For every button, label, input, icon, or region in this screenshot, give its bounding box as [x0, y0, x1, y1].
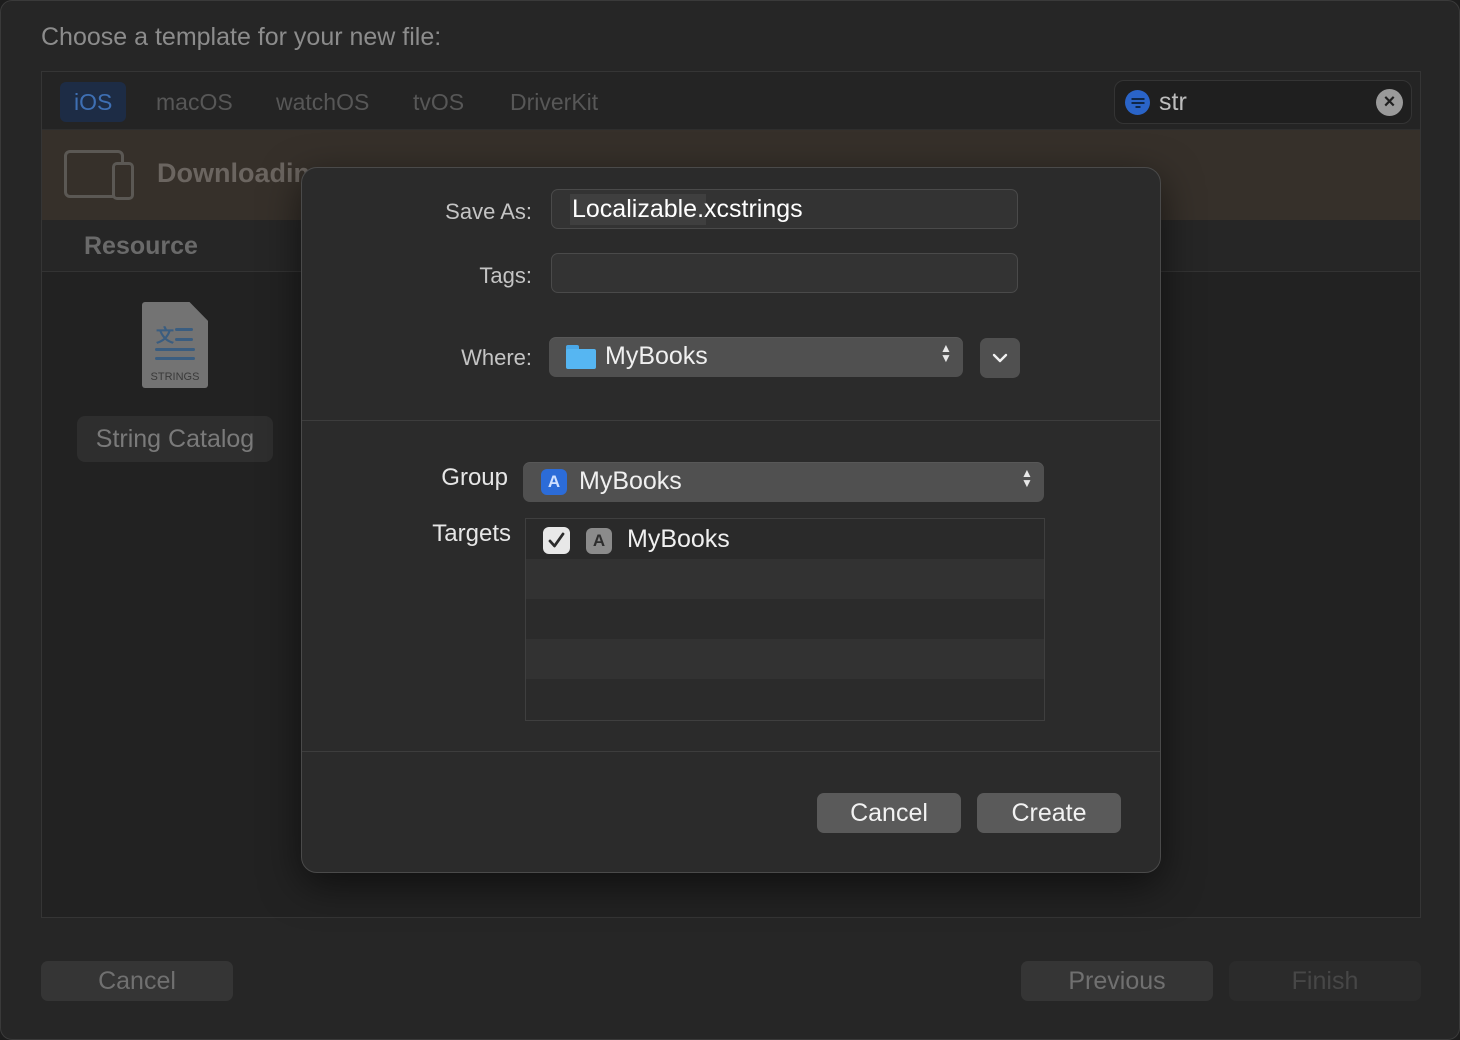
- target-name: MyBooks: [627, 525, 730, 553]
- checkmark-icon: [548, 532, 565, 548]
- tab-macos[interactable]: macOS: [142, 82, 247, 122]
- save-sheet: Save As: Localizable.xcstrings Tags: Whe…: [301, 167, 1161, 873]
- tab-driverkit[interactable]: DriverKit: [496, 82, 612, 122]
- where-value: MyBooks: [605, 342, 708, 370]
- section-header-label: Resource: [84, 232, 198, 260]
- folder-icon: [566, 345, 596, 369]
- tab-ios[interactable]: iOS: [60, 82, 127, 122]
- divider: [302, 420, 1160, 421]
- template-item-string-catalog[interactable]: String Catalog: [77, 416, 273, 462]
- filter-icon[interactable]: [1125, 90, 1150, 115]
- cancel-button[interactable]: Cancel: [41, 961, 233, 1001]
- divider: [302, 751, 1160, 752]
- create-button[interactable]: Create: [977, 793, 1121, 833]
- device-icon: [64, 150, 136, 202]
- window-title: Choose a template for your new file:: [41, 23, 442, 51]
- empty-row: [526, 599, 1044, 639]
- expand-button[interactable]: [980, 338, 1020, 378]
- save-as-value[interactable]: Localizable.xcstrings: [572, 195, 803, 224]
- empty-row: [526, 679, 1044, 719]
- up-down-chevron-icon: ▲ ▼: [1021, 466, 1033, 490]
- where-label: Where:: [461, 345, 532, 370]
- group-popup[interactable]: A MyBooks ▲ ▼: [523, 462, 1044, 502]
- up-down-chevron-icon: ▲ ▼: [940, 341, 952, 365]
- app-store-icon: A: [586, 528, 612, 554]
- strings-file-icon[interactable]: 文 STRINGS: [142, 302, 208, 388]
- dialog-cancel-button[interactable]: Cancel: [817, 793, 961, 833]
- download-banner-text: Downloadin: [157, 158, 310, 188]
- new-file-window: Choose a template for your new file: iOS…: [0, 0, 1460, 1040]
- group-value: MyBooks: [579, 467, 682, 495]
- empty-row: [526, 559, 1044, 599]
- targets-label: Targets: [432, 520, 511, 547]
- targets-list: A MyBooks: [525, 518, 1045, 721]
- previous-button[interactable]: Previous: [1021, 961, 1213, 1001]
- chevron-down-icon: [992, 353, 1008, 363]
- file-icon-caption: STRINGS: [150, 371, 200, 383]
- tags-field[interactable]: [551, 253, 1018, 293]
- save-as-field[interactable]: Localizable.xcstrings: [551, 189, 1018, 229]
- tags-label: Tags:: [479, 263, 532, 288]
- empty-row: [526, 639, 1044, 679]
- target-row[interactable]: A MyBooks: [526, 519, 1044, 559]
- save-as-label: Save As:: [445, 199, 532, 224]
- group-label: Group: [441, 464, 508, 491]
- clear-search-icon[interactable]: ×: [1376, 89, 1403, 116]
- tab-tvos[interactable]: tvOS: [399, 82, 478, 122]
- template-search-field[interactable]: str ×: [1114, 80, 1412, 124]
- platform-tab-bar: iOS macOS watchOS tvOS DriverKit str ×: [42, 72, 1420, 130]
- app-store-icon: A: [541, 469, 567, 495]
- target-checkbox[interactable]: [543, 527, 570, 554]
- search-input-value[interactable]: str: [1159, 88, 1187, 117]
- finish-button[interactable]: Finish: [1229, 961, 1421, 1001]
- tab-watchos[interactable]: watchOS: [262, 82, 383, 122]
- where-popup[interactable]: MyBooks ▲ ▼: [549, 337, 963, 377]
